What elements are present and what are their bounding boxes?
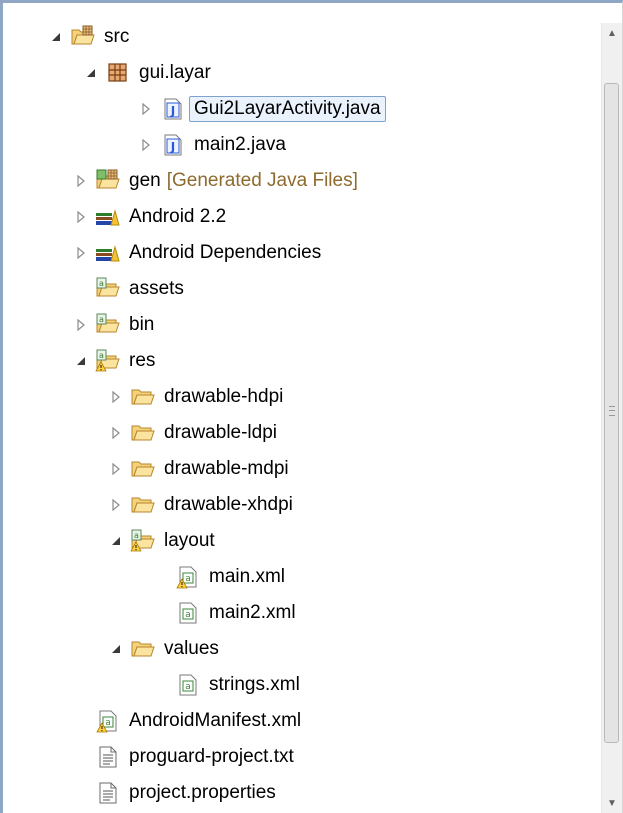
folder-warning-icon — [130, 529, 156, 553]
tree-label-package: gui.layar — [139, 62, 211, 83]
tree-row-drawable-mdpi[interactable]: drawable-mdpi — [106, 451, 289, 487]
tree-row-drawable-ldpi[interactable]: drawable-ldpi — [106, 415, 277, 451]
triangle-right-icon[interactable] — [106, 495, 126, 515]
triangle-down-icon[interactable] — [46, 27, 66, 47]
scrollbar-grip-icon — [609, 406, 615, 416]
xml-file-icon — [175, 673, 201, 697]
tree-label-res: res — [129, 350, 156, 371]
tree-row-res[interactable]: res — [71, 343, 155, 379]
tree-row-gui2layaractivity[interactable]: Gui2LayarActivity.java — [136, 91, 386, 127]
tree-row-main2-java[interactable]: main2.java — [136, 127, 286, 163]
generated-folder-icon — [95, 169, 121, 193]
triangle-down-icon[interactable] — [71, 351, 91, 371]
vertical-scrollbar[interactable]: ▲ ▼ — [601, 23, 622, 813]
tree-label-gen: gen — [129, 170, 161, 191]
folder-icon — [130, 457, 156, 481]
scrollbar-thumb[interactable] — [604, 83, 619, 743]
tree-label-drawable-ldpi: drawable-ldpi — [164, 422, 278, 443]
tree-label-gen-decoration: [Generated Java Files] — [166, 170, 358, 191]
library-icon — [95, 241, 121, 265]
tree-row-android-manifest[interactable]: AndroidManifest.xml — [95, 703, 301, 739]
tree-row-src[interactable]: src — [46, 19, 129, 55]
folder-icon — [130, 385, 156, 409]
package-icon — [105, 61, 131, 85]
java-file-icon — [160, 97, 186, 121]
tree-row-main-xml[interactable]: main.xml — [175, 559, 285, 595]
triangle-right-icon[interactable] — [71, 243, 91, 263]
triangle-right-icon[interactable] — [71, 315, 91, 335]
tree-row-project-properties[interactable]: project.properties — [95, 775, 276, 811]
text-file-icon — [95, 781, 121, 805]
resource-folder-icon — [95, 277, 121, 301]
tree-row-assets[interactable]: assets — [95, 271, 184, 307]
tree-label-strings-xml: strings.xml — [209, 674, 300, 695]
triangle-right-icon[interactable] — [106, 387, 126, 407]
triangle-right-icon[interactable] — [106, 459, 126, 479]
folder-icon — [130, 637, 156, 661]
tree-label-drawable-xhdpi: drawable-xhdpi — [164, 494, 293, 515]
triangle-right-icon[interactable] — [106, 423, 126, 443]
tree-label-main2-java: main2.java — [194, 134, 286, 155]
triangle-right-icon[interactable] — [71, 207, 91, 227]
scroll-down-arrow-icon[interactable]: ▼ — [602, 793, 622, 813]
tree-label-drawable-hdpi: drawable-hdpi — [164, 386, 284, 407]
xml-file-icon — [175, 601, 201, 625]
tree-row-bin[interactable]: bin — [71, 307, 154, 343]
tree-label-project-properties: project.properties — [129, 782, 276, 803]
tree-label-android-22: Android 2.2 — [129, 206, 227, 227]
tree-label-values: values — [164, 638, 219, 659]
folder-icon — [130, 493, 156, 517]
folder-icon — [130, 421, 156, 445]
tree-row-drawable-xhdpi[interactable]: drawable-xhdpi — [106, 487, 293, 523]
tree-label-main2-xml: main2.xml — [209, 602, 296, 623]
triangle-down-icon[interactable] — [81, 63, 101, 83]
triangle-down-icon[interactable] — [106, 531, 126, 551]
tree-row-gen[interactable]: gen [Generated Java Files] — [71, 163, 358, 199]
tree-label-main-xml: main.xml — [209, 566, 286, 587]
triangle-right-icon[interactable] — [71, 171, 91, 191]
tree-row-layout[interactable]: layout — [106, 523, 215, 559]
tree-label-proguard: proguard-project.txt — [129, 746, 294, 767]
tree-row-proguard[interactable]: proguard-project.txt — [95, 739, 294, 775]
tree-row-strings-xml[interactable]: strings.xml — [175, 667, 300, 703]
resource-folder-warning-icon — [95, 349, 121, 373]
tree-label-assets: assets — [129, 278, 184, 299]
tree-row-android-22[interactable]: Android 2.2 — [71, 199, 226, 235]
library-icon — [95, 205, 121, 229]
triangle-down-icon[interactable] — [106, 639, 126, 659]
tree-label-drawable-mdpi: drawable-mdpi — [164, 458, 289, 479]
tree-row-drawable-hdpi[interactable]: drawable-hdpi — [106, 379, 283, 415]
triangle-right-icon[interactable] — [136, 135, 156, 155]
tree-label-layout: layout — [164, 530, 215, 551]
project-explorer-tree: src gui.layar Gui2LayarActivity.java mai… — [0, 0, 623, 813]
tree-label-gui2layaractivity: Gui2LayarActivity.java — [189, 96, 386, 122]
java-file-icon — [160, 133, 186, 157]
scroll-up-arrow-icon[interactable]: ▲ — [602, 23, 622, 43]
resource-folder-icon — [95, 313, 121, 337]
triangle-right-icon[interactable] — [136, 99, 156, 119]
tree-label-android-manifest: AndroidManifest.xml — [129, 710, 302, 731]
xml-file-warning-icon — [95, 709, 121, 733]
tree-label-src: src — [104, 26, 130, 47]
tree-label-bin: bin — [129, 314, 155, 335]
tree-row-package[interactable]: gui.layar — [81, 55, 211, 91]
tree-row-main2-xml[interactable]: main2.xml — [175, 595, 296, 631]
xml-file-warning-icon — [175, 565, 201, 589]
tree-row-android-dependencies[interactable]: Android Dependencies — [71, 235, 321, 271]
tree-row-values[interactable]: values — [106, 631, 219, 667]
tree-label-android-dependencies: Android Dependencies — [129, 242, 322, 263]
text-file-icon — [95, 745, 121, 769]
source-folder-icon — [70, 25, 96, 49]
